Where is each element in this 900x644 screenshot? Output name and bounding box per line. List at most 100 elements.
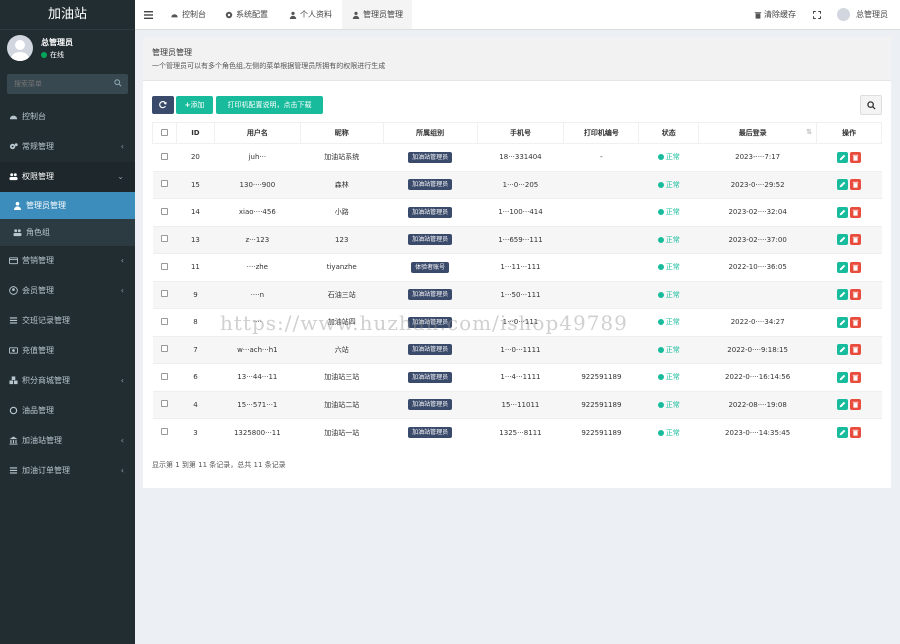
- col-printer[interactable]: 打印机编号: [563, 122, 640, 144]
- delete-button[interactable]: [850, 344, 862, 356]
- menu-search-input[interactable]: [7, 74, 107, 94]
- table-body: 20 juh··· 加油站系统 加油站管理员 18···331404- 正常 2023-··…: [152, 143, 882, 446]
- sidebar-item-points-mall[interactable]: 积分商城管理 ‹: [0, 366, 135, 396]
- dashboard-icon: [171, 13, 178, 17]
- delete-button[interactable]: [850, 261, 862, 273]
- add-button[interactable]: +添加: [176, 96, 213, 114]
- row-select-cell[interactable]: [152, 225, 177, 254]
- delete-button[interactable]: [850, 371, 862, 383]
- edit-button[interactable]: [837, 289, 849, 301]
- row-checkbox[interactable]: [160, 152, 168, 160]
- menu-toggle-button[interactable]: [144, 0, 153, 29]
- tab-admin-management[interactable]: 管理员管理: [342, 0, 412, 29]
- delete-button[interactable]: [850, 206, 862, 218]
- row-select-cell[interactable]: [152, 280, 177, 309]
- search-icon[interactable]: [114, 79, 122, 87]
- row-checkbox[interactable]: [160, 428, 168, 435]
- row-checkbox[interactable]: [160, 290, 168, 298]
- brand-title[interactable]: 加油站: [0, 0, 135, 30]
- table-row[interactable]: 13 z···123 123 加油站管理员 1···659···111 正常 2023-02…: [152, 225, 882, 254]
- col-id[interactable]: ID: [175, 122, 215, 144]
- col-last-login[interactable]: 最后登录 ⇅: [698, 122, 818, 144]
- delete-button[interactable]: [850, 179, 862, 191]
- table-row[interactable]: 7 w···ach···h1 六站 加油站管理员 1···0···1111 正常 2022-…: [152, 335, 882, 364]
- table-search-button[interactable]: [860, 95, 882, 115]
- cell-phone: 1···100···414: [477, 198, 564, 226]
- printer-doc-button[interactable]: 打印机配置说明，点击下载: [216, 96, 323, 114]
- table-row[interactable]: 14 xiao····456 小路 加油站管理员 1···100···414 正常 2023…: [152, 198, 882, 226]
- row-checkbox[interactable]: [160, 180, 168, 188]
- sidebar-item-stations[interactable]: 加油站管理 ‹: [0, 426, 135, 456]
- edit-button[interactable]: [837, 261, 849, 273]
- row-select-cell[interactable]: [152, 308, 177, 336]
- col-nickname[interactable]: 昵称: [299, 122, 384, 144]
- table-row[interactable]: 15 130····900 森林 加油站管理员 1···0···205 正常 2023-0·…: [152, 170, 882, 199]
- sidebar-item-admin[interactable]: 管理员管理: [0, 192, 135, 219]
- table-row[interactable]: 6 13···44···11 加油站三站 加油站管理员 1···4···1111 9225…: [152, 363, 882, 391]
- row-select-cell[interactable]: [152, 170, 177, 199]
- edit-button[interactable]: [837, 427, 849, 438]
- table-row[interactable]: 4 15···571···1 加油站二站 加油站管理员 15···11011 922591…: [152, 390, 882, 419]
- sidebar-item-auth[interactable]: 权限管理 ⌄: [0, 162, 135, 192]
- sidebar-item-members[interactable]: 会员管理 ‹: [0, 276, 135, 306]
- sidebar-item-oil[interactable]: 油品管理: [0, 396, 135, 426]
- pencil-icon: [839, 291, 846, 298]
- row-select-cell[interactable]: [152, 253, 177, 281]
- delete-button[interactable]: [850, 427, 862, 438]
- sidebar-item-dashboard[interactable]: 控制台: [0, 102, 135, 132]
- tab-system-config[interactable]: 系统配置: [225, 0, 268, 29]
- sidebar-item-general[interactable]: 常规管理 ‹: [0, 132, 135, 162]
- clear-cache-button[interactable]: 清除缓存: [754, 0, 796, 29]
- sidebar-item-role-group[interactable]: 角色组: [0, 219, 135, 246]
- row-select-cell[interactable]: [152, 363, 177, 391]
- delete-button[interactable]: [850, 289, 862, 301]
- col-group[interactable]: 所属组别: [382, 122, 478, 144]
- delete-button[interactable]: [850, 399, 862, 411]
- edit-button[interactable]: [837, 234, 849, 246]
- row-checkbox[interactable]: [160, 400, 168, 408]
- tab-profile[interactable]: 个人资料: [289, 0, 332, 29]
- col-status[interactable]: 状态: [638, 122, 700, 144]
- row-select-cell[interactable]: [152, 335, 177, 364]
- user-menu[interactable]: 总管理员: [837, 0, 888, 29]
- row-checkbox[interactable]: [160, 207, 168, 215]
- delete-button[interactable]: [850, 316, 862, 328]
- edit-button[interactable]: [837, 316, 849, 328]
- delete-button[interactable]: [850, 151, 862, 163]
- row-checkbox[interactable]: [160, 372, 168, 380]
- table-row[interactable]: 3 1325800···11 加油站一站 加油站管理员 1325···8111 92259…: [152, 418, 882, 446]
- sidebar-item-recharge[interactable]: 充值管理: [0, 336, 135, 366]
- table-row[interactable]: 20 juh··· 加油站系统 加油站管理员 18···331404- 正常 2023-··…: [152, 143, 882, 171]
- row-checkbox[interactable]: [160, 262, 168, 270]
- user-status-label: 在线: [50, 51, 64, 59]
- delete-button[interactable]: [850, 234, 862, 246]
- row-select-cell[interactable]: [152, 390, 177, 419]
- sidebar-item-label: 常规管理: [22, 142, 54, 151]
- row-select-cell[interactable]: [152, 198, 177, 226]
- edit-button[interactable]: [837, 179, 849, 191]
- row-select-cell[interactable]: [152, 143, 177, 171]
- edit-button[interactable]: [837, 344, 849, 356]
- fullscreen-button[interactable]: [812, 0, 822, 29]
- edit-button[interactable]: [837, 151, 849, 163]
- select-all-header[interactable]: [152, 122, 177, 144]
- row-checkbox[interactable]: [160, 345, 168, 353]
- table-row[interactable]: 9 ····n 石油三站 加油站管理员 1···50···111 正常: [152, 280, 882, 309]
- select-all-checkbox[interactable]: [160, 128, 168, 136]
- sort-icon[interactable]: ⇅: [806, 128, 812, 136]
- col-phone[interactable]: 手机号: [476, 122, 565, 144]
- row-checkbox[interactable]: [160, 317, 168, 325]
- table-row[interactable]: 11 ····zhe tiyanzhe 体验者账号 1···11···111 正常 2022…: [152, 253, 882, 281]
- sidebar-item-shift-records[interactable]: 交班记录管理: [0, 306, 135, 336]
- edit-button[interactable]: [837, 206, 849, 218]
- sidebar-item-marketing[interactable]: 营销管理 ‹: [0, 246, 135, 276]
- sidebar-item-orders[interactable]: 加油订单管理 ‹: [0, 456, 135, 486]
- col-username[interactable]: 用户名: [213, 122, 301, 144]
- row-select-cell[interactable]: [152, 418, 177, 446]
- edit-button[interactable]: [837, 399, 849, 411]
- refresh-button[interactable]: [152, 96, 174, 114]
- row-checkbox[interactable]: [160, 235, 168, 243]
- edit-button[interactable]: [837, 371, 849, 383]
- table-row[interactable]: 8 ···· 加油站四 加油站管理员 1···0···111 正常 2022-0····34…: [152, 308, 882, 336]
- tab-dashboard[interactable]: 控制台: [170, 0, 206, 29]
